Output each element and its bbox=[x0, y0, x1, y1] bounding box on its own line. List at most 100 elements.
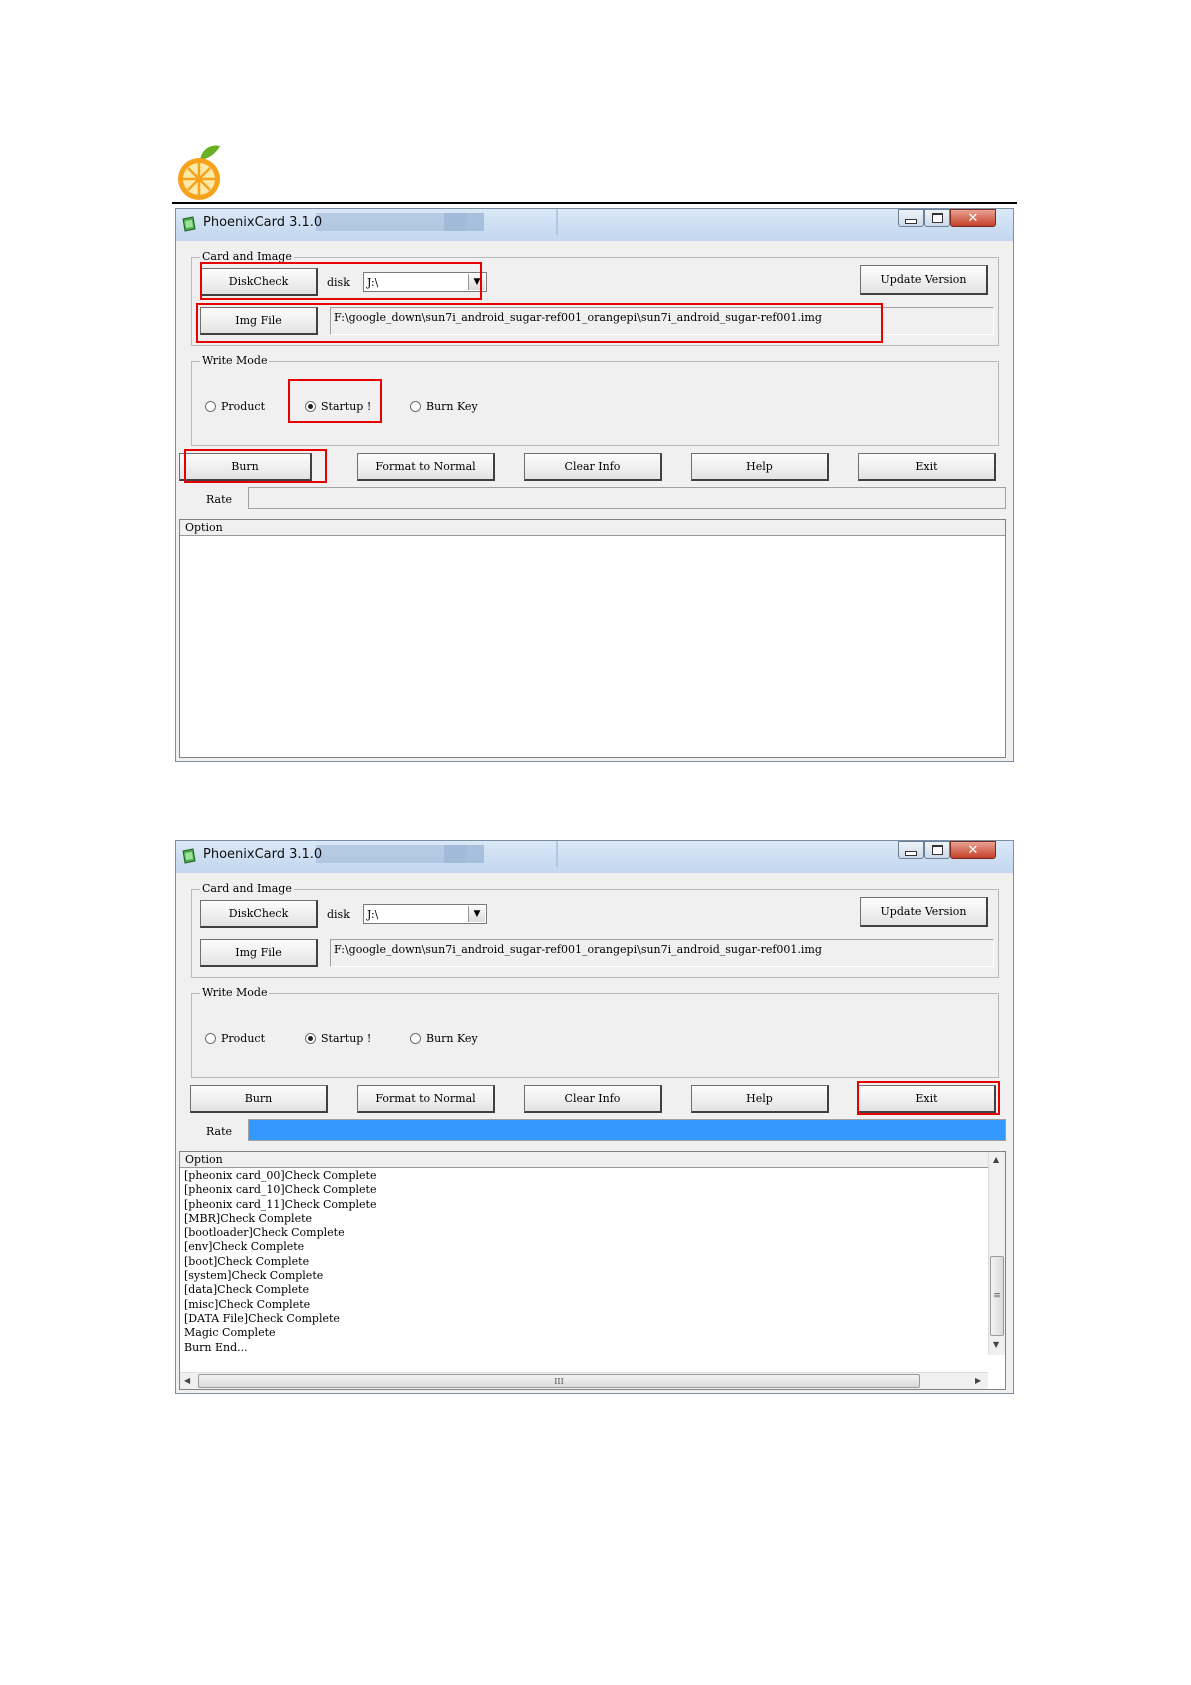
log-line: [pheonix card_00]Check Complete bbox=[184, 1169, 377, 1182]
option-header-label: Option bbox=[185, 1153, 223, 1166]
maximize-button[interactable] bbox=[924, 209, 950, 227]
radio-indicator bbox=[205, 401, 216, 412]
log-lines: [pheonix card_00]Check Complete [pheonix … bbox=[184, 1169, 376, 1355]
rate-label: Rate bbox=[206, 493, 233, 506]
radio-indicator bbox=[410, 1033, 421, 1044]
window-title: PhoenixCard 3.1.0 bbox=[203, 847, 323, 862]
rate-progress-bar bbox=[248, 1119, 1006, 1141]
radio-indicator bbox=[410, 401, 421, 412]
clear-info-button[interactable]: Clear Info bbox=[524, 453, 662, 481]
orange-logo bbox=[178, 145, 220, 200]
log-line: [system]Check Complete bbox=[184, 1269, 324, 1283]
highlight-img-file bbox=[196, 303, 883, 343]
title-bar: PhoenixCard 3.1.0 ✕ bbox=[176, 841, 1013, 873]
minimize-button[interactable] bbox=[898, 209, 924, 227]
help-button[interactable]: Help bbox=[691, 1085, 829, 1113]
format-to-normal-button[interactable]: Format to Normal bbox=[357, 453, 495, 481]
log-line: [data]Check Complete bbox=[184, 1283, 309, 1297]
burn-button[interactable]: Burn bbox=[190, 1085, 328, 1113]
img-file-button[interactable]: Img File bbox=[200, 939, 318, 967]
log-line: [pheonix card_11]Check Complete bbox=[184, 1197, 377, 1211]
log-line: [env]Check Complete bbox=[184, 1240, 305, 1254]
minimize-button[interactable] bbox=[898, 841, 924, 859]
radio-product-label: Product bbox=[221, 1032, 265, 1045]
radio-indicator bbox=[305, 1033, 316, 1044]
titlebar-blur bbox=[444, 213, 484, 231]
radio-product[interactable]: Product bbox=[205, 400, 265, 413]
window-title: PhoenixCard 3.1.0 bbox=[203, 215, 323, 230]
write-mode-label: Write Mode bbox=[200, 986, 270, 999]
card-group-label: Card and Image bbox=[200, 882, 294, 895]
update-version-button[interactable]: Update Version bbox=[860, 897, 988, 927]
img-path-value: F:\google_down\sun7i_android_sugar-ref00… bbox=[334, 943, 822, 956]
scroll-right-icon[interactable]: ▶ bbox=[975, 1376, 981, 1385]
log-line: Burn End... bbox=[184, 1340, 248, 1354]
option-column-header[interactable]: Option bbox=[180, 520, 1005, 536]
highlight-startup bbox=[288, 379, 382, 423]
disk-select-value: J:\ bbox=[367, 908, 379, 921]
disk-select[interactable]: J:\ ▼ bbox=[363, 904, 487, 924]
horizontal-scrollbar[interactable]: ◀ III ▶ bbox=[180, 1372, 988, 1389]
close-button[interactable]: ✕ bbox=[950, 841, 996, 859]
grip-icon: ≡ bbox=[993, 1291, 1001, 1301]
close-button[interactable]: ✕ bbox=[950, 209, 996, 227]
chevron-down-icon[interactable]: ▼ bbox=[468, 906, 485, 922]
radio-burn-key[interactable]: Burn Key bbox=[410, 400, 478, 413]
scroll-down-icon[interactable]: ▼ bbox=[993, 1340, 999, 1349]
titlebar-blur bbox=[556, 209, 558, 235]
title-bar: PhoenixCard 3.1.0 ✕ bbox=[176, 209, 1013, 241]
log-line: [MBR]Check Complete bbox=[184, 1211, 313, 1225]
exit-button[interactable]: Exit bbox=[858, 453, 996, 481]
option-log-panel[interactable]: Option [pheonix card_00]Check Complete [p… bbox=[179, 1151, 1006, 1390]
write-mode-label: Write Mode bbox=[200, 354, 270, 367]
radio-product-label: Product bbox=[221, 400, 265, 413]
scroll-up-icon[interactable]: ▲ bbox=[993, 1155, 999, 1164]
radio-startup[interactable]: Startup ! bbox=[305, 1032, 371, 1045]
close-icon: ✕ bbox=[967, 210, 979, 226]
header-rule bbox=[172, 202, 1017, 204]
app-icon bbox=[182, 216, 196, 232]
clear-info-button[interactable]: Clear Info bbox=[524, 1085, 662, 1113]
option-header-label: Option bbox=[185, 521, 223, 534]
phoenixcard-window-after: PhoenixCard 3.1.0 ✕ Card and Image DiskC… bbox=[175, 840, 1014, 1394]
log-line: [pheonix card_10]Check Complete bbox=[184, 1183, 377, 1197]
rate-label: Rate bbox=[206, 1125, 233, 1138]
app-icon bbox=[182, 848, 196, 864]
update-version-button[interactable]: Update Version bbox=[860, 265, 988, 295]
minimize-icon bbox=[905, 218, 917, 224]
titlebar-blur bbox=[556, 841, 558, 867]
rate-progress-bar bbox=[248, 487, 1006, 509]
img-path-field[interactable]: F:\google_down\sun7i_android_sugar-ref00… bbox=[330, 939, 994, 967]
titlebar-blur bbox=[444, 845, 484, 863]
close-icon: ✕ bbox=[967, 842, 979, 858]
disk-label: disk bbox=[327, 908, 350, 921]
option-column-header[interactable]: Option bbox=[180, 1152, 988, 1168]
log-line: Magic Complete bbox=[184, 1326, 276, 1340]
format-to-normal-button[interactable]: Format to Normal bbox=[357, 1085, 495, 1113]
log-line: [DATA File]Check Complete bbox=[184, 1311, 340, 1325]
help-button[interactable]: Help bbox=[691, 453, 829, 481]
horizontal-scroll-thumb[interactable]: III bbox=[198, 1374, 920, 1388]
radio-indicator bbox=[205, 1033, 216, 1044]
radio-burn-key-label: Burn Key bbox=[426, 400, 478, 413]
radio-burn-key[interactable]: Burn Key bbox=[410, 1032, 478, 1045]
maximize-button[interactable] bbox=[924, 841, 950, 859]
grip-icon: III bbox=[554, 1376, 564, 1386]
maximize-icon bbox=[931, 845, 943, 855]
vertical-scrollbar[interactable]: ▲ ≡ ▼ bbox=[988, 1152, 1005, 1355]
log-line: [boot]Check Complete bbox=[184, 1254, 310, 1268]
highlight-exit bbox=[857, 1081, 1000, 1115]
phoenixcard-window-before: PhoenixCard 3.1.0 ✕ Card and Image DiskC… bbox=[175, 208, 1014, 762]
radio-burn-key-label: Burn Key bbox=[426, 1032, 478, 1045]
option-log-panel[interactable]: Option bbox=[179, 519, 1006, 758]
log-line: [bootloader]Check Complete bbox=[184, 1226, 345, 1240]
scroll-left-icon[interactable]: ◀ bbox=[184, 1376, 190, 1385]
diskcheck-button[interactable]: DiskCheck bbox=[200, 900, 318, 928]
highlight-diskcheck bbox=[200, 262, 482, 300]
highlight-burn bbox=[184, 449, 327, 483]
radio-product[interactable]: Product bbox=[205, 1032, 265, 1045]
radio-startup-label: Startup ! bbox=[321, 1032, 372, 1045]
rate-progress-fill bbox=[249, 1120, 1005, 1140]
vertical-scroll-thumb[interactable]: ≡ bbox=[990, 1256, 1004, 1336]
maximize-icon bbox=[931, 213, 943, 223]
